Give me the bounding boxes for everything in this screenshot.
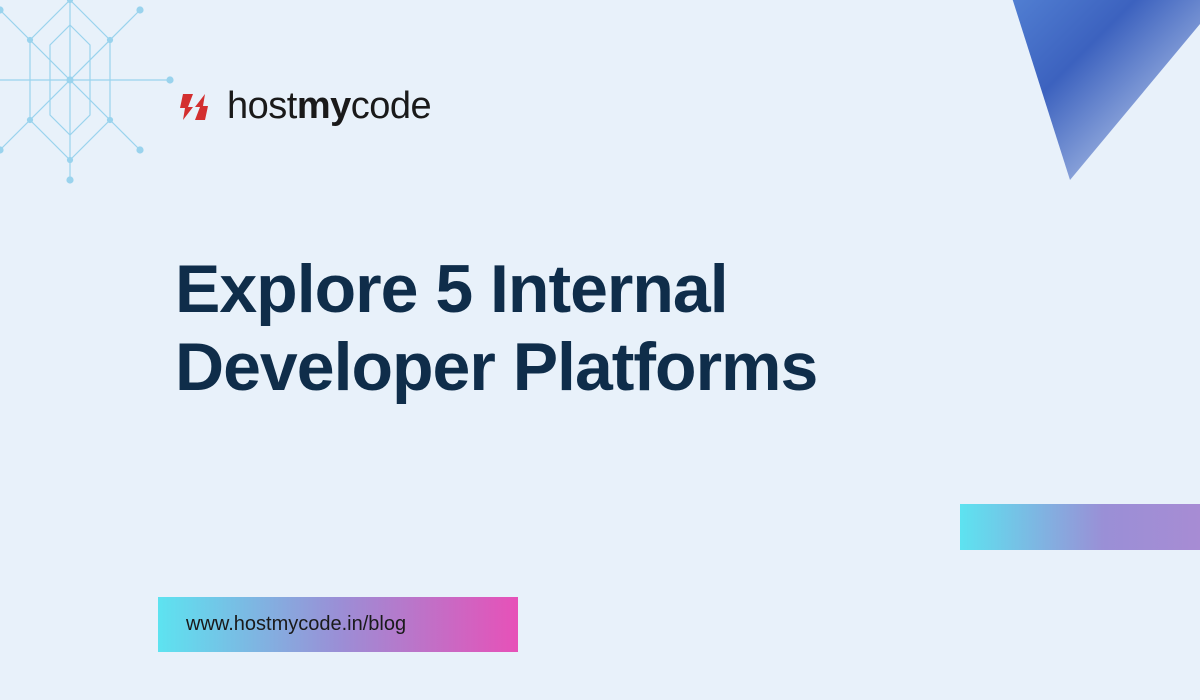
triangle-decoration (940, 0, 1200, 200)
url-bar: www.hostmycode.in/blog (158, 597, 518, 652)
logo-icon (175, 86, 217, 128)
page-headline: Explore 5 Internal Developer Platforms (175, 250, 1025, 406)
logo-text-bold: my (297, 85, 351, 127)
logo-text-part2: code (351, 85, 431, 127)
url-text: www.hostmycode.in/blog (186, 613, 490, 636)
snowflake-decoration (0, 0, 180, 190)
brand-logo: hostmycode (175, 85, 431, 128)
logo-text-part1: host (227, 85, 297, 127)
logo-text: hostmycode (227, 85, 431, 128)
accent-bar-decoration (960, 504, 1200, 550)
